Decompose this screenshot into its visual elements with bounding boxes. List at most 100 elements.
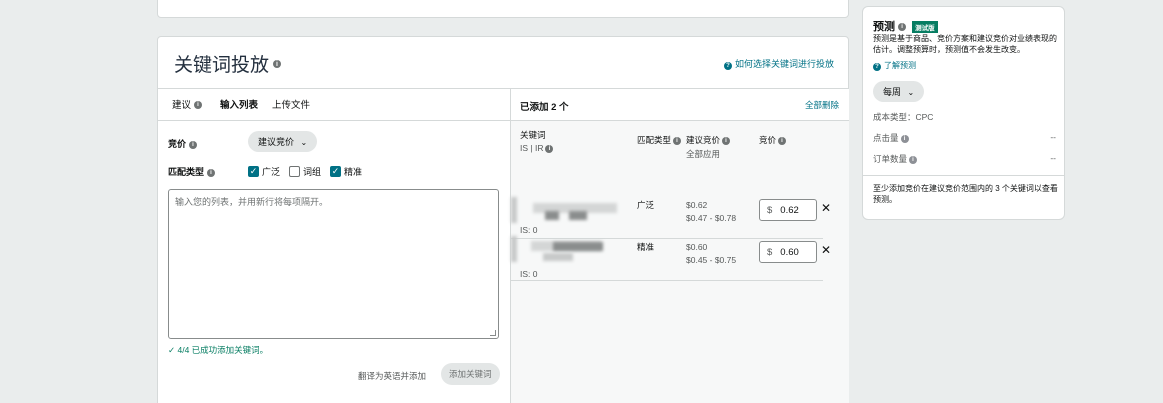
forecast-description: 预测是基于商品、竞价方案和建议竞价对业绩表现的估计。调整预算时，预测值不会发生改… <box>873 34 1057 54</box>
check-icon: ✓ <box>168 345 176 355</box>
clicks-label: 点击量 <box>873 133 899 143</box>
help-link-text: 如何选择关键词进行投放 <box>734 59 834 69</box>
bid-value: 0.60 <box>780 246 799 258</box>
remove-all-link[interactable]: 全部删除 <box>805 99 839 111</box>
currency-symbol: $ <box>767 246 773 258</box>
forecast-footer-note: 至少添加竞价在建议竞价范围内的 3 个关键词以查看预测。 <box>873 184 1058 204</box>
orders-label: 订单数量 <box>873 154 908 164</box>
blurred-keyword <box>543 253 573 261</box>
period-value: 每周 <box>883 87 902 97</box>
chevron-down-icon: ⌄ <box>300 138 308 147</box>
suggested-range: $0.45 - $0.75 <box>686 255 737 265</box>
tab-upload-file[interactable]: 上传文件 <box>272 97 310 111</box>
bid-value: 0.62 <box>780 204 799 216</box>
tab-bar: 建议 i 输入列表 上传文件 <box>158 89 510 121</box>
row-suggested-bid: $0.62 $0.47 - $0.78 <box>686 199 736 225</box>
keyword-targeting-card: 关键词投放 i ? 如何选择关键词进行投放 建议 i 输入列表 上传文件 竞价 i 建议… <box>157 36 849 403</box>
is-ir-text: IS | IR <box>520 143 544 153</box>
blurred-keyword <box>553 242 603 251</box>
suggested-bid-column-header: 建议竞价 i 全部应用 <box>686 134 731 160</box>
bid-header-text: 竞价 <box>759 135 777 145</box>
divider <box>863 175 1064 176</box>
period-dropdown[interactable]: 每周 ⌄ <box>873 81 925 102</box>
info-icon[interactable]: i <box>900 134 909 143</box>
tab-label: 上传文件 <box>272 100 311 111</box>
bid-input[interactable]: $ 0.62 <box>759 199 817 221</box>
learn-link-text: 了解预测 <box>884 61 916 70</box>
phrase-checkbox[interactable] <box>289 166 301 177</box>
broad-checkbox[interactable]: ✓ <box>248 166 259 177</box>
textarea-placeholder: 输入您的列表，并用新行将每项隔开。 <box>175 197 329 207</box>
forecast-title-text: 预测 <box>873 21 895 33</box>
currency-symbol: $ <box>767 204 773 216</box>
forecast-card: 预测 i 测试版 预测是基于商品、竞价方案和建议竞价对业绩表现的估计。调整预算时… <box>862 6 1065 220</box>
exact-checkbox[interactable]: ✓ <box>330 166 342 177</box>
match-type-options: ✓ 广泛 词组 ✓ 精准 <box>248 165 362 178</box>
tab-label: 建议 <box>172 100 192 111</box>
table-row: IS: 0 精准 $0.60 $0.45 - $0.75 $ 0.60 ✕ <box>511 236 831 281</box>
section-title-text: 关键词投放 <box>174 55 270 76</box>
success-message: ✓ 4/4 已成功添加关键词。 <box>168 344 268 356</box>
clicks-row: 点击量 i -- <box>873 132 1056 144</box>
section-title: 关键词投放 i <box>174 50 282 77</box>
table-row: IS: 0 广泛 $0.62 $0.47 - $0.78 $ 0.62 ✕ <box>511 197 831 239</box>
suggested-header-text: 建议竞价 <box>686 135 721 145</box>
info-icon[interactable]: i <box>673 136 682 145</box>
info-icon[interactable]: i <box>189 140 198 149</box>
remove-row-close-icon[interactable]: ✕ <box>821 243 831 257</box>
orders-value: -- <box>1050 153 1056 163</box>
row-suggested-bid: $0.60 $0.45 - $0.75 <box>686 241 736 267</box>
resize-handle-icon[interactable] <box>490 330 496 336</box>
row-match-type: 精准 <box>637 242 655 252</box>
keyword-list-textarea[interactable]: 输入您的列表，并用新行将每项隔开。 <box>168 189 499 339</box>
suggested-value: $0.62 <box>686 200 708 210</box>
info-icon[interactable]: i <box>778 136 787 145</box>
is-ir-subheader: IS | IR i <box>520 143 554 153</box>
translate-and-add-link[interactable]: 翻译为英语并添加 <box>358 370 426 382</box>
info-icon[interactable]: i <box>898 23 907 32</box>
help-icon: ? <box>723 62 732 70</box>
blurred-keyword <box>511 236 517 262</box>
blurred-keyword <box>545 211 559 220</box>
forecast-title: 预测 i 测试版 <box>873 18 938 34</box>
added-count-title: 已添加 2 个 <box>520 102 569 113</box>
added-keywords-pane: 已添加 2 个 全部删除 关键词 IS | IR i 匹配类型 i 建议竞价 i 全部… <box>510 89 849 403</box>
impression-share: IS: 0 <box>520 225 538 235</box>
add-keywords-button[interactable]: 添加关键词 <box>441 363 500 385</box>
exact-label: 精准 <box>344 167 363 177</box>
info-icon[interactable]: i <box>722 136 731 145</box>
info-icon[interactable]: i <box>207 168 216 177</box>
keyword-input-pane: 建议 i 输入列表 上传文件 竞价 i 建议竞价 ⌄ 匹配类型 i ✓ 广泛 词组 ✓… <box>158 89 510 403</box>
added-header: 已添加 2 个 全部删除 <box>511 89 849 121</box>
bid-type-dropdown[interactable]: 建议竞价 ⌄ <box>248 131 318 152</box>
info-icon[interactable]: i <box>909 155 918 164</box>
bid-column-header: 竞价 i <box>759 134 787 146</box>
broad-label: 广泛 <box>262 167 281 177</box>
tab-enter-list[interactable]: 输入列表 <box>220 97 258 111</box>
keyword-header-text: 关键词 <box>520 130 546 140</box>
info-icon[interactable]: i <box>194 101 203 110</box>
match-type-label: 匹配类型 i <box>168 165 216 178</box>
learn-forecast-link[interactable]: ? 了解预测 <box>873 60 916 71</box>
bid-label-text: 竞价 <box>168 139 187 149</box>
card-header: 关键词投放 i ? 如何选择关键词进行投放 <box>158 37 848 89</box>
tab-suggested[interactable]: 建议 i <box>172 97 203 111</box>
info-icon[interactable]: i <box>273 59 282 68</box>
chevron-down-icon: ⌄ <box>907 88 915 97</box>
phrase-label: 词组 <box>303 167 322 177</box>
clicks-value: -- <box>1050 132 1056 142</box>
bid-input[interactable]: $ 0.60 <box>759 241 817 263</box>
match-header-text: 匹配类型 <box>637 135 672 145</box>
beta-badge: 测试版 <box>912 21 938 34</box>
info-icon[interactable]: i <box>545 144 554 153</box>
remove-row-close-icon[interactable]: ✕ <box>821 201 831 215</box>
match-type-column-header: 匹配类型 i <box>637 134 682 146</box>
how-to-choose-keywords-link[interactable]: ? 如何选择关键词进行投放 <box>723 57 834 70</box>
tab-label: 输入列表 <box>220 100 259 111</box>
match-type-label-text: 匹配类型 <box>168 167 205 177</box>
apply-all-link[interactable]: 全部应用 <box>686 148 730 160</box>
cost-type: 成本类型：CPC <box>873 112 934 122</box>
keyword-column-header: 关键词 IS | IR i <box>520 129 554 153</box>
bid-type-value: 建议竞价 <box>258 137 295 147</box>
bid-label: 竞价 i <box>168 137 198 150</box>
